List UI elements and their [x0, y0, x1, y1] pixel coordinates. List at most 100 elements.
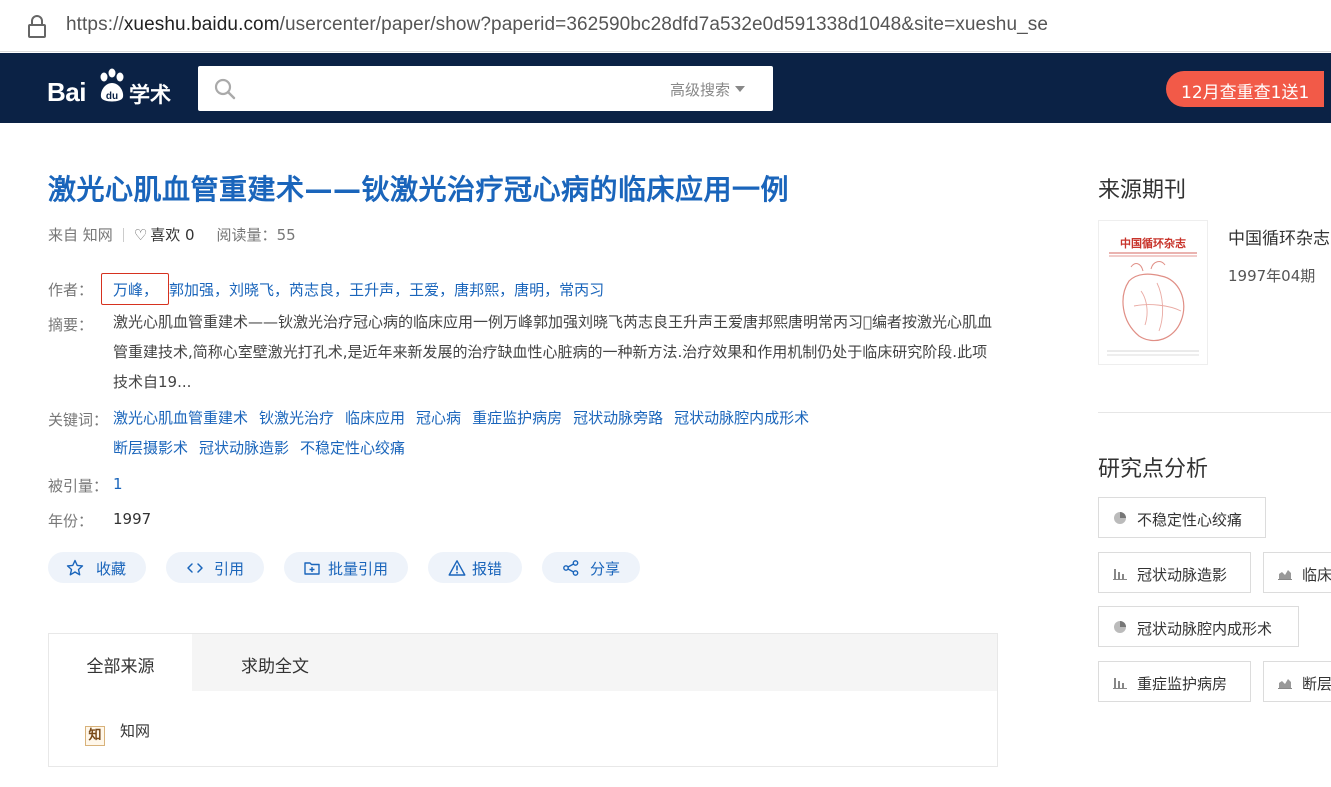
topic-button[interactable]: 冠状动脉腔内成形术 [1098, 606, 1299, 647]
topic-button[interactable]: 不稳定性心绞痛 [1098, 497, 1266, 538]
keyword-link[interactable]: 临床应用 [345, 409, 405, 427]
abstract-label: 摘要： [48, 316, 94, 334]
batch-cite-label: 批量引用 [328, 560, 389, 578]
author-link[interactable]: 王爱， [409, 281, 454, 299]
area-chart-icon [1278, 570, 1292, 580]
journal-name[interactable]: 中国循环杂志 [1228, 224, 1330, 249]
divider [122, 228, 124, 242]
search-box: 高级搜索 [198, 66, 773, 111]
keyword-link[interactable]: 钬激光治疗 [259, 409, 334, 427]
author-link[interactable]: 唐明， [514, 281, 559, 299]
logo-xueshu-text: 学术 [129, 83, 171, 107]
topic-label: 冠状动脉腔内成形术 [1137, 620, 1273, 638]
share-label: 分享 [590, 560, 621, 578]
source-item[interactable]: 知知网 [85, 720, 150, 746]
topic-label: 临床 [1302, 566, 1331, 584]
share-button[interactable]: 分享 [542, 552, 640, 583]
year-value: 1997 [113, 510, 152, 528]
paper-title[interactable]: 激光心肌血管重建术——钬激光治疗冠心病的临床应用一例 [48, 168, 789, 208]
promo-label: 12月查重查1送1 [1181, 83, 1310, 103]
topic-button[interactable]: 冠状动脉造影 [1098, 552, 1251, 593]
url-host: xueshu.baidu.com [123, 14, 280, 35]
collect-label: 收藏 [96, 560, 127, 578]
svg-text:中国循环杂志: 中国循环杂志 [1120, 236, 1186, 250]
topic-button[interactable]: 断层 [1263, 661, 1331, 702]
logo-du-text: du [106, 91, 118, 102]
topic-button[interactable]: 重症监护病房 [1098, 661, 1251, 702]
topic-label: 冠状动脉造影 [1137, 566, 1228, 584]
source-name: 知网 [120, 722, 151, 740]
keyword-link[interactable]: 断层摄影术 [113, 439, 188, 457]
sources-tabs: 全部来源 求助全文 [49, 634, 997, 692]
author-link[interactable]: 刘晓飞， [229, 281, 289, 299]
code-brackets-icon [187, 563, 203, 573]
journal-issue: 1997年04期 [1228, 267, 1316, 285]
lock-icon [28, 15, 46, 38]
folder-plus-icon [304, 562, 320, 575]
keyword-link[interactable]: 冠状动脉旁路 [573, 409, 663, 427]
search-icon[interactable] [214, 78, 236, 100]
reads-label: 阅读量： [216, 226, 277, 244]
bar-chart-icon [1113, 569, 1127, 580]
author-link[interactable]: 万峰， [101, 273, 170, 305]
site-header: Bai du 学术 高级搜索 12月查重查1送1 [0, 53, 1331, 123]
pie-chart-icon [1114, 512, 1126, 524]
abstract-text: 激光心肌血管重建术——钬激光治疗冠心病的临床应用一例万峰郭加强刘晓飞芮志良王升声… [113, 313, 993, 391]
like-button[interactable]: 喜欢 0 [150, 226, 194, 244]
keyword-link[interactable]: 重症监护病房 [472, 409, 562, 427]
caret-down-icon [735, 86, 746, 92]
author-link[interactable]: 常丙习 [559, 281, 604, 299]
keyword-link[interactable]: 冠状动脉腔内成形术 [674, 409, 809, 427]
topic-button[interactable]: 临床 [1263, 552, 1331, 593]
advanced-search-dropdown[interactable]: 高级搜索 [670, 79, 746, 100]
search-input[interactable] [246, 74, 646, 104]
tab-request-fulltext[interactable]: 求助全文 [192, 634, 358, 692]
author-link[interactable]: 芮志良， [289, 281, 349, 299]
logo-bai-text: Bai [47, 77, 86, 107]
promo-banner[interactable]: 12月查重查1送1 [1166, 71, 1324, 107]
keyword-link[interactable]: 激光心肌血管重建术 [113, 409, 248, 427]
authors-label: 作者： [48, 281, 94, 299]
url-scheme: https:// [66, 14, 124, 35]
topic-label: 不稳定性心绞痛 [1137, 511, 1243, 529]
cite-button[interactable]: 引用 [166, 552, 264, 583]
journal-cover-image[interactable]: 中国循环杂志 [1098, 220, 1208, 365]
warning-icon [448, 560, 466, 576]
collect-button[interactable]: 收藏 [48, 552, 146, 583]
paper-meta: 来自 知网 ♡ 喜欢 0 阅读量：55 [48, 224, 296, 245]
sources-panel: 全部来源 求助全文 知知网 [48, 633, 998, 767]
author-link[interactable]: 唐邦熙， [454, 281, 514, 299]
keyword-link[interactable]: 冠心病 [416, 409, 461, 427]
share-icon [563, 560, 579, 576]
bar-chart-icon [1113, 678, 1127, 689]
area-chart-icon [1278, 679, 1292, 689]
keyword-link[interactable]: 不稳定性心绞痛 [300, 439, 405, 457]
advanced-search-label: 高级搜索 [670, 81, 731, 99]
author-link[interactable]: 王升声， [349, 281, 409, 299]
url-text[interactable]: https://xueshu.baidu.com/usercenter/pape… [66, 14, 1048, 36]
keyword-link[interactable]: 冠状动脉造影 [199, 439, 289, 457]
heart-icon[interactable]: ♡ [134, 226, 147, 244]
report-label: 报错 [472, 560, 503, 578]
keywords-label: 关键词： [48, 411, 109, 429]
journal-cover-illustration: 中国循环杂志 [1099, 221, 1207, 364]
browser-address-bar[interactable]: https://xueshu.baidu.com/usercenter/pape… [0, 0, 1331, 52]
source-label: 来自 知网 [48, 226, 113, 244]
pie-chart-icon [1114, 621, 1126, 633]
star-icon [66, 559, 84, 576]
baidu-xueshu-logo[interactable]: Bai du 学术 [47, 67, 177, 109]
cite-label: 引用 [214, 560, 245, 578]
tab-all-sources[interactable]: 全部来源 [49, 634, 192, 692]
batch-cite-button[interactable]: 批量引用 [284, 552, 408, 583]
cited-count-link[interactable]: 1 [113, 475, 123, 493]
paw-icon: du [100, 68, 124, 102]
topic-label: 重症监护病房 [1137, 675, 1228, 693]
cited-label: 被引量： [48, 477, 109, 495]
cnki-icon: 知 [85, 726, 105, 746]
author-link[interactable]: 郭加强， [169, 281, 229, 299]
authors-list: 万峰， 郭加强，刘晓飞，芮志良，王升声，王爱，唐邦熙，唐明，常丙习 [101, 273, 604, 305]
reads-value: 55 [276, 226, 296, 244]
sidebar-divider [1098, 412, 1331, 413]
journal-heading: 来源期刊 [1098, 178, 1187, 203]
report-button[interactable]: 报错 [428, 552, 522, 583]
